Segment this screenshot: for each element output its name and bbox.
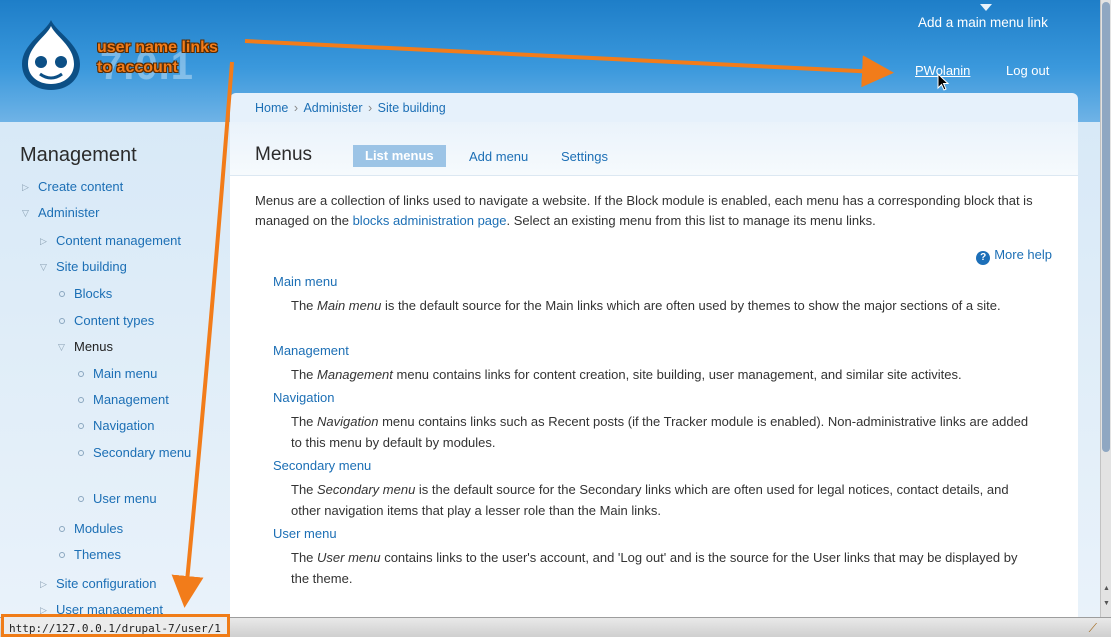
menu-description: The User menu contains links to the user…: [291, 550, 1018, 586]
annotation-text: user name links to account: [97, 38, 218, 78]
sidebar-item-blocks[interactable]: Blocks: [59, 284, 113, 304]
sidebar-item-modules[interactable]: Modules: [59, 519, 124, 539]
menu-entry-navigation: Navigation The Navigation menu contains …: [273, 389, 1033, 453]
sidebar-item-label: Administer: [38, 205, 100, 220]
add-main-menu-link[interactable]: Add a main menu link: [918, 15, 1048, 30]
menu-entry-secondary-menu: Secondary menu The Secondary menu is the…: [273, 457, 1033, 521]
sidebar-item-label: Secondary menu: [93, 445, 192, 460]
sidebar: Management ▷ Create content ▽ Administer ▷…: [0, 122, 230, 617]
sidebar-item-label: Blocks: [74, 286, 113, 301]
sidebar-item-label: User menu: [93, 491, 157, 506]
status-bar: http://127.0.0.1/drupal-7/user/1 ⟋: [0, 614, 1111, 637]
menu-link-main-menu[interactable]: Main menu: [273, 273, 1033, 291]
sidebar-item-management[interactable]: Management: [78, 390, 169, 410]
bullet-icon: [78, 397, 84, 403]
menu-description: The Management menu contains links for c…: [291, 367, 962, 382]
right-gutter: [1078, 122, 1100, 617]
annotation-line-1: user name links: [97, 39, 218, 56]
menu-description: The Navigation menu contains links such …: [291, 414, 1029, 450]
sidebar-item-secondary-menu[interactable]: Secondary menu: [78, 443, 193, 463]
menu-description: The Secondary menu is the default source…: [291, 482, 1009, 518]
sidebar-item-label: Content management: [56, 233, 182, 248]
collapsed-triangle-icon: ▷: [22, 182, 29, 192]
sidebar-item-create-content[interactable]: ▷ Create content: [22, 177, 124, 197]
sidebar-item-label: Menus: [74, 339, 114, 354]
sidebar-item-site-building[interactable]: ▽ Site building: [40, 257, 127, 277]
breadcrumb-site-building[interactable]: Site building: [378, 101, 446, 115]
bullet-icon: [59, 552, 65, 558]
sidebar-item-label: Site building: [56, 259, 127, 274]
collapsed-triangle-icon: ▷: [40, 579, 47, 589]
breadcrumb: Home › Administer › Site building: [230, 93, 1078, 122]
sidebar-item-site-configuration[interactable]: ▷ Site configuration: [40, 574, 157, 594]
tab-settings[interactable]: Settings: [561, 149, 608, 164]
drupal-logo-icon[interactable]: [18, 18, 84, 92]
sidebar-item-content-types[interactable]: Content types: [59, 311, 155, 331]
bullet-icon: [78, 423, 84, 429]
sidebar-item-label: Site configuration: [56, 576, 157, 591]
tab-list-menus[interactable]: List menus: [353, 145, 446, 167]
sidebar-item-navigation[interactable]: Navigation: [78, 416, 155, 436]
sidebar-item-label: Management: [93, 392, 169, 407]
cursor-icon: [937, 73, 949, 91]
main-content: Menus List menus Add menu Settings Menus…: [230, 122, 1078, 617]
menu-entry-management: Management The Management menu contains …: [273, 342, 1033, 385]
blocks-admin-link[interactable]: blocks administration page: [353, 213, 507, 228]
sidebar-item-label: Main menu: [93, 366, 158, 381]
menu-entry-main-menu: Main menu The Main menu is the default s…: [273, 273, 1033, 316]
status-url: http://127.0.0.1/drupal-7/user/1: [1, 614, 230, 637]
sidebar-item-label: Navigation: [93, 418, 155, 433]
menu-link-secondary-menu[interactable]: Secondary menu: [273, 457, 1033, 475]
menu-entry-user-menu: User menu The User menu contains links t…: [273, 525, 1033, 589]
menu-description: The Main menu is the default source for …: [291, 298, 1001, 313]
collapsed-triangle-icon: ▷: [40, 236, 47, 246]
bullet-icon: [78, 496, 84, 502]
sidebar-item-label: Create content: [38, 179, 124, 194]
vertical-scrollbar[interactable]: ▲ ▼: [1100, 0, 1111, 617]
sidebar-item-user-menu[interactable]: User menu: [78, 489, 157, 509]
sidebar-item-menus[interactable]: ▽ Menus: [58, 337, 114, 357]
intro-text: Menus are a collection of links used to …: [255, 191, 1055, 231]
bullet-icon: [59, 526, 65, 532]
logout-link[interactable]: Log out: [1006, 63, 1049, 78]
help-icon: ?: [976, 251, 991, 265]
more-help-label: More help: [994, 247, 1052, 262]
breadcrumb-administer[interactable]: Administer: [303, 101, 362, 115]
more-help-link[interactable]: ? More help: [976, 247, 1052, 265]
menu-link-user-menu[interactable]: User menu: [273, 525, 1033, 543]
bullet-icon: [59, 291, 65, 297]
content-header: Menus List menus Add menu Settings: [230, 122, 1078, 176]
sidebar-item-label: Modules: [74, 521, 124, 536]
sidebar-item-content-management[interactable]: ▷ Content management: [40, 231, 182, 251]
scroll-up-arrow-icon[interactable]: ▲: [1102, 585, 1111, 597]
bullet-icon: [59, 318, 65, 324]
sidebar-item-label: Themes: [74, 547, 121, 562]
scrollbar-thumb[interactable]: [1102, 2, 1110, 452]
expanded-triangle-icon: ▽: [58, 342, 65, 352]
menu-link-management[interactable]: Management: [273, 342, 1033, 360]
sidebar-item-themes[interactable]: Themes: [59, 545, 121, 565]
scroll-down-arrow-icon[interactable]: ▼: [1102, 600, 1111, 612]
annotation-line-2: to account: [97, 59, 178, 76]
sidebar-title: Management: [20, 144, 137, 166]
bullet-icon: [78, 371, 84, 377]
page-title: Menus: [255, 144, 313, 165]
sidebar-item-label: Content types: [74, 313, 155, 328]
resize-grip-icon[interactable]: ⟋: [1089, 621, 1097, 636]
tab-add-menu[interactable]: Add menu: [469, 149, 528, 164]
sidebar-item-main-menu[interactable]: Main menu: [78, 364, 158, 384]
breadcrumb-home[interactable]: Home: [255, 101, 288, 115]
sidebar-item-administer[interactable]: ▽ Administer: [22, 203, 100, 223]
expanded-triangle-icon: ▽: [22, 208, 29, 218]
intro-text-end: . Select an existing menu from this list…: [506, 213, 876, 228]
expanded-triangle-icon: ▽: [40, 262, 47, 272]
tooltip-pointer: [980, 4, 992, 11]
bullet-icon: [78, 450, 84, 456]
menu-link-navigation[interactable]: Navigation: [273, 389, 1033, 407]
